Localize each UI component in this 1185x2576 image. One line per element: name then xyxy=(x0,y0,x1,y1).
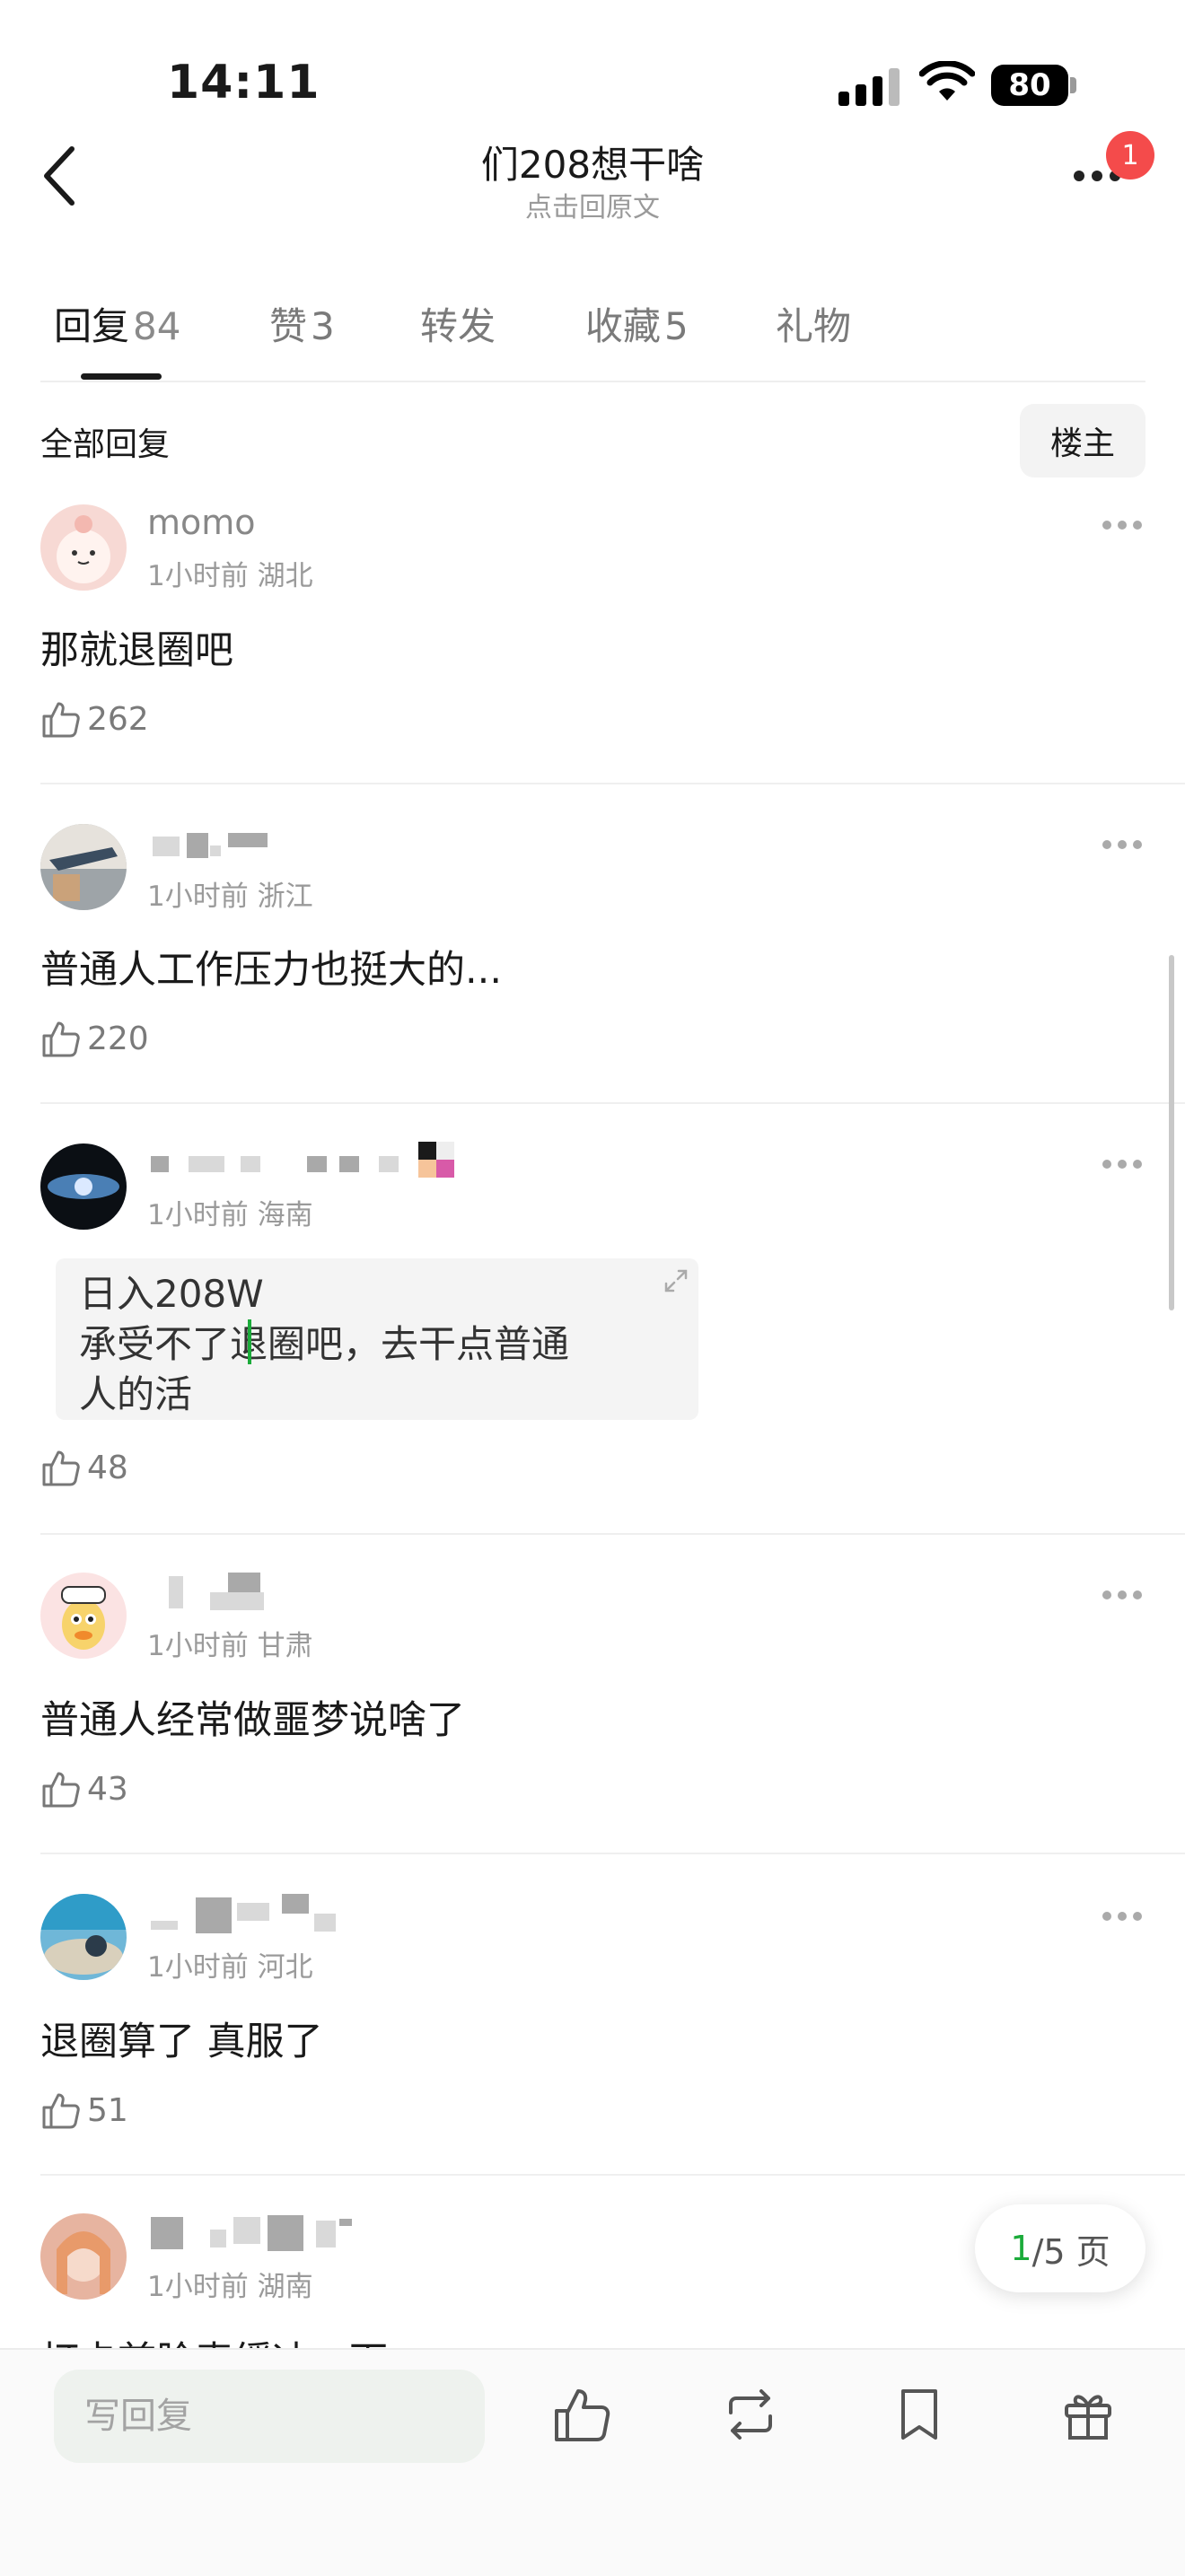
page-title[interactable]: 们208想干啥 xyxy=(323,135,862,189)
tab-favorites[interactable]: 收藏5 xyxy=(585,296,689,351)
like-count: 51 xyxy=(87,2091,128,2129)
tab-likes[interactable]: 赞3 xyxy=(269,296,335,351)
thumbs-up-icon xyxy=(42,702,80,738)
like-count: 262 xyxy=(87,700,149,738)
reply-input[interactable] xyxy=(54,2370,485,2463)
comment-meta: 1小时前 湖南 xyxy=(147,2271,313,2303)
comment-text: 普通人工作压力也挺大的... xyxy=(40,948,503,993)
avatar[interactable] xyxy=(40,1143,127,1230)
divider xyxy=(40,1102,1185,1104)
bookmark-icon[interactable] xyxy=(887,2382,952,2447)
status-time: 14:11 xyxy=(167,56,320,110)
username-blurred[interactable] xyxy=(147,1573,309,1612)
tab-reposts[interactable]: 转发 xyxy=(420,296,496,351)
divider xyxy=(40,783,1185,784)
expand-icon[interactable] xyxy=(663,1267,689,1294)
battery-indicator: 80 xyxy=(991,65,1068,106)
thumbs-up-icon xyxy=(42,1450,80,1486)
comment-meta: 1小时前 甘肃 xyxy=(147,1630,313,1662)
like-button[interactable]: 262 xyxy=(40,698,149,740)
current-page: 1 xyxy=(1010,2229,1032,2268)
section-title: 全部回复 xyxy=(40,426,171,463)
avatar[interactable] xyxy=(40,824,127,910)
total-pages: /5 页 xyxy=(1031,2231,1110,2272)
back-icon[interactable] xyxy=(40,144,79,208)
comment-meta: 1小时前 河北 xyxy=(147,1951,313,1984)
like-count: 43 xyxy=(87,1770,128,1808)
comment-more-icon[interactable] xyxy=(1102,1160,1142,1169)
divider xyxy=(40,381,1146,382)
username-blurred[interactable] xyxy=(147,1142,488,1187)
comment-meta: 1小时前 湖北 xyxy=(147,560,313,592)
scrollbar[interactable] xyxy=(1169,955,1174,1310)
back-to-original-link[interactable]: 点击回原文 xyxy=(323,185,862,224)
owner-only-button[interactable]: 楼主 xyxy=(1020,404,1146,478)
comment-meta: 1小时前 浙江 xyxy=(147,881,313,913)
like-button[interactable]: 220 xyxy=(40,1018,149,1059)
cellular-signal-icon xyxy=(838,65,900,106)
avatar[interactable] xyxy=(40,504,127,591)
like-button[interactable]: 48 xyxy=(40,1447,128,1488)
active-tab-indicator xyxy=(81,373,162,380)
username-blurred[interactable] xyxy=(147,1894,345,1933)
quote-line: 日入208W xyxy=(79,1272,264,1316)
like-count: 48 xyxy=(87,1449,128,1486)
like-button[interactable]: 43 xyxy=(40,1768,128,1809)
comment-text: 普通人经常做噩梦说啥了 xyxy=(40,1698,465,1743)
text-cursor xyxy=(248,1319,251,1364)
avatar[interactable] xyxy=(40,1894,127,1980)
tab-gifts[interactable]: 礼物 xyxy=(776,296,851,351)
quote-line: 承受不了退圈吧，去干点普通 xyxy=(79,1322,570,1366)
thumbs-up-icon xyxy=(42,1772,80,1808)
username[interactable]: momo xyxy=(147,503,256,542)
wifi-icon xyxy=(919,61,975,101)
battery-level: 80 xyxy=(1008,67,1051,103)
like-icon[interactable] xyxy=(549,2382,614,2447)
comment-more-icon[interactable] xyxy=(1102,1912,1142,1921)
username-blurred[interactable] xyxy=(147,833,273,860)
thumbs-up-icon xyxy=(42,1021,80,1057)
like-count: 220 xyxy=(87,1020,149,1057)
comment-more-icon[interactable] xyxy=(1102,840,1142,849)
like-button[interactable]: 51 xyxy=(40,2090,128,2131)
quote-line: 人的活 xyxy=(79,1372,193,1416)
notification-badge: 1 xyxy=(1106,131,1154,180)
avatar[interactable] xyxy=(40,2213,127,2300)
comment-meta: 1小时前 海南 xyxy=(147,1199,313,1231)
comment-text: 那就退圈吧 xyxy=(40,628,233,673)
avatar[interactable] xyxy=(40,1573,127,1659)
gift-icon[interactable] xyxy=(1056,2382,1120,2447)
page-indicator[interactable]: 1/5 页 xyxy=(975,2204,1146,2292)
tab-replies[interactable]: 回复84 xyxy=(54,296,180,351)
battery-tip xyxy=(1070,77,1076,93)
comment-more-icon[interactable] xyxy=(1102,1590,1142,1599)
repost-icon[interactable] xyxy=(718,2382,783,2447)
thumbs-up-icon xyxy=(42,2093,80,2129)
username-blurred[interactable] xyxy=(147,2212,417,2251)
divider xyxy=(40,1853,1185,1854)
comment-text: 退圈算了 真服了 xyxy=(40,2020,323,2064)
divider xyxy=(40,1533,1185,1535)
comment-more-icon[interactable] xyxy=(1102,521,1142,530)
divider xyxy=(40,2174,1185,2176)
